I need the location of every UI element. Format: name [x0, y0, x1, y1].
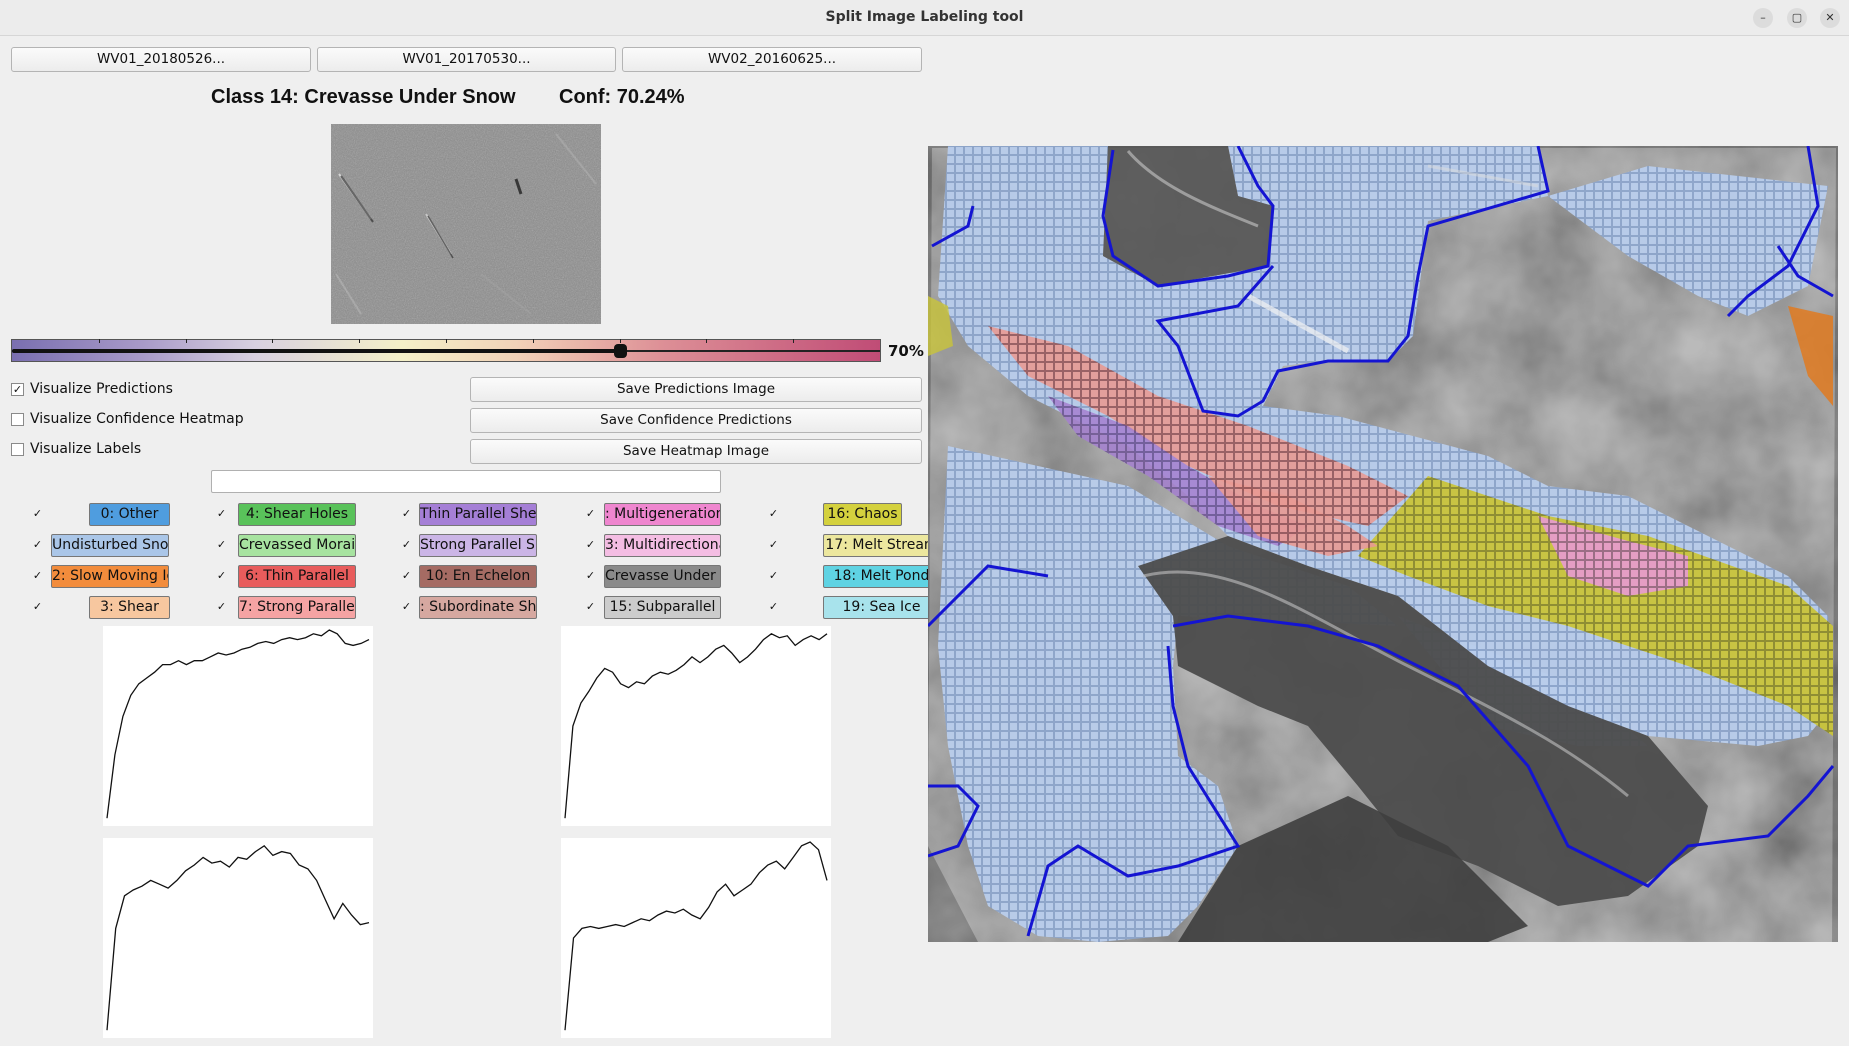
class-toggle-checkbox[interactable]: ✓	[400, 508, 413, 521]
class-chip[interactable]: 3: Shear	[89, 596, 170, 619]
class-toggle-checkbox[interactable]: ✓	[767, 508, 780, 521]
plot-line	[564, 841, 828, 1031]
class-toggle-checkbox[interactable]: ✓	[31, 539, 44, 552]
maximize-icon[interactable]: ▢	[1787, 8, 1807, 28]
image-tab-3[interactable]: WV02_20160625...	[622, 47, 922, 72]
image-tab-2[interactable]: WV01_20170530...	[317, 47, 616, 72]
class-chip[interactable]: Strong Parallel Sh	[419, 534, 537, 557]
visualize-labels-label: Visualize Labels	[30, 441, 142, 457]
visualize-heatmap-checkbox[interactable]	[11, 413, 24, 426]
class-toggle-checkbox[interactable]: ✓	[31, 601, 44, 614]
slider-tick	[446, 339, 447, 343]
slider-tick	[619, 339, 621, 343]
plot-line	[106, 629, 370, 819]
class-toggle-checkbox[interactable]: ✓	[215, 539, 228, 552]
plot-line	[564, 633, 828, 819]
confidence-label: Conf: 70.24%	[559, 86, 685, 108]
class-toggle-checkbox[interactable]: ✓	[400, 570, 413, 583]
save-predictions-image-button[interactable]: Save Predictions Image	[470, 377, 922, 402]
class-chip[interactable]: 16: Chaos	[823, 503, 902, 526]
class-chip[interactable]: 18: Melt Pond	[823, 565, 940, 588]
class-toggle-checkbox[interactable]: ✓	[400, 539, 413, 552]
visualize-labels-checkbox[interactable]	[11, 443, 24, 456]
minimize-icon[interactable]: –	[1753, 8, 1773, 28]
class-title: Class 14: Crevasse Under Snow	[211, 86, 516, 108]
slider-tick	[185, 339, 187, 343]
slider-tick	[793, 339, 795, 343]
class-toggle-checkbox[interactable]: ✓	[767, 601, 780, 614]
confidence-slider-handle[interactable]	[613, 344, 627, 358]
training-curve-plot-1	[103, 626, 373, 826]
slider-tick	[532, 339, 534, 343]
class-chip[interactable]: : Multigeneration	[604, 503, 721, 526]
class-toggle-checkbox[interactable]: ✓	[215, 508, 228, 521]
class-chip[interactable]: 17: Melt Stream	[823, 534, 940, 557]
image-tab-1[interactable]: WV01_20180526...	[11, 47, 311, 72]
class-filter-input[interactable]	[211, 470, 721, 493]
class-toggle-checkbox[interactable]: ✓	[215, 570, 228, 583]
prediction-map-canvas[interactable]	[926, 145, 1838, 942]
class-chip[interactable]: 4: Shear Holes	[238, 503, 356, 526]
class-toggle-checkbox[interactable]: ✓	[584, 508, 597, 521]
class-chip[interactable]: 10: En Echelon	[419, 565, 537, 588]
confidence-slider-value: 70%	[888, 342, 924, 360]
plot-line	[106, 844, 370, 1031]
slider-tick	[98, 339, 100, 343]
training-curve-plot-4	[561, 838, 831, 1038]
class-toggle-checkbox[interactable]: ✓	[215, 601, 228, 614]
class-chip[interactable]: Undisturbed Sno	[51, 534, 169, 557]
window-title: Split Image Labeling tool	[825, 9, 1024, 25]
slider-tick	[272, 339, 274, 343]
training-curve-plot-2	[561, 626, 831, 826]
confidence-slider-fill	[12, 349, 620, 353]
class-chip[interactable]: 0: Other	[89, 503, 170, 526]
class-toggle-checkbox[interactable]: ✓	[584, 539, 597, 552]
training-curve-plot-3	[103, 838, 373, 1038]
save-confidence-predictions-button[interactable]: Save Confidence Predictions	[470, 408, 922, 433]
class-toggle-checkbox[interactable]: ✓	[400, 601, 413, 614]
class-toggle-checkbox[interactable]: ✓	[767, 539, 780, 552]
class-chip[interactable]: 6: Thin Parallel	[238, 565, 356, 588]
save-heatmap-image-button[interactable]: Save Heatmap Image	[470, 439, 922, 464]
class-toggle-checkbox[interactable]: ✓	[767, 570, 780, 583]
class-chip[interactable]: Thin Parallel She	[419, 503, 537, 526]
class-toggle-checkbox[interactable]: ✓	[31, 508, 44, 521]
class-chip[interactable]: 3: Multidirectiona	[604, 534, 721, 557]
slider-tick	[706, 339, 708, 343]
class-chip[interactable]: Crevassed Morai	[238, 534, 356, 557]
visualize-predictions-checkbox[interactable]: ✓	[11, 383, 24, 396]
class-chip[interactable]: 2: Slow Moving Ice	[51, 565, 169, 588]
slider-tick	[359, 339, 361, 343]
close-icon[interactable]: ✕	[1820, 8, 1840, 28]
confidence-slider-groove	[619, 350, 880, 352]
title-bar: Split Image Labeling tool – ▢ ✕	[0, 0, 1849, 36]
class-toggle-checkbox[interactable]: ✓	[584, 601, 597, 614]
class-toggle-checkbox[interactable]: ✓	[584, 570, 597, 583]
class-chip[interactable]: 7: Strong Parallel	[238, 596, 356, 619]
class-chip[interactable]: Crevasse Under S	[604, 565, 721, 588]
visualize-predictions-label: Visualize Predictions	[30, 381, 173, 397]
class-chip[interactable]: : Subordinate She	[419, 596, 537, 619]
visualize-heatmap-label: Visualize Confidence Heatmap	[30, 411, 244, 427]
class-chip[interactable]: 19: Sea Ice	[823, 596, 940, 619]
tile-preview-image	[331, 124, 601, 324]
class-toggle-checkbox[interactable]: ✓	[31, 570, 44, 583]
class-chip[interactable]: 15: Subparallel	[604, 596, 721, 619]
